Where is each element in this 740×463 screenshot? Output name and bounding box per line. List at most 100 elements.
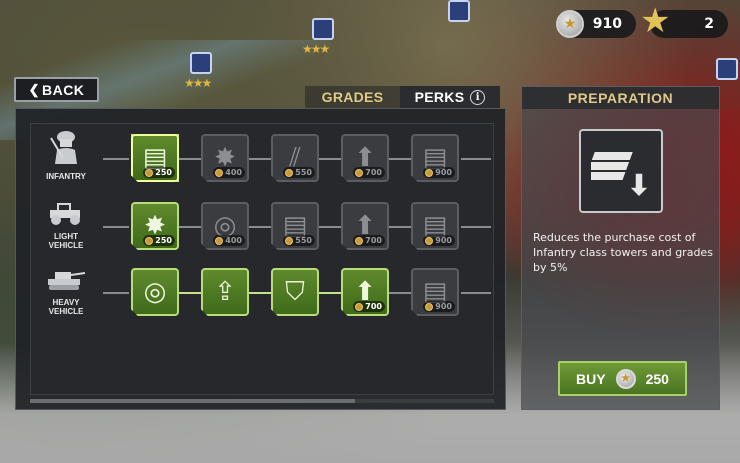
buy-price: 250	[645, 370, 669, 387]
map-flag[interactable]	[190, 52, 212, 74]
coin-icon	[145, 168, 154, 177]
row-infantry-label: INFANTRY	[46, 172, 86, 181]
connector	[319, 226, 341, 228]
perk-price: 900	[423, 301, 455, 312]
tab-perks-label: PERKS	[414, 89, 465, 105]
coin-icon	[425, 302, 434, 311]
perk-price: 700	[353, 167, 385, 178]
perk-heavy-4[interactable]: ⬆ 700	[341, 268, 389, 316]
perk-price: 550	[283, 167, 315, 178]
perk-price: 700	[353, 301, 385, 312]
perk-price: 900	[423, 235, 455, 246]
tank-icon	[48, 272, 86, 290]
connector	[249, 158, 271, 160]
coin-icon	[215, 236, 224, 245]
perk-price: 400	[213, 167, 245, 178]
chevron-left-icon: ❮	[28, 81, 40, 97]
perk-infantry-5[interactable]: ▤ 900	[411, 134, 459, 182]
connector	[179, 292, 201, 294]
perk-infantry-2[interactable]: ✸ 400	[201, 134, 249, 182]
star-icon: ★	[640, 1, 671, 41]
money-down-icon	[579, 129, 663, 213]
tab-grades-label: GRADES	[321, 89, 384, 105]
area-up-icon: ⇪	[214, 277, 236, 307]
connector	[389, 158, 411, 160]
perk-light-1[interactable]: ✸ 250	[131, 202, 179, 250]
perk-price-value: 250	[155, 236, 172, 245]
perk-light-2[interactable]: ◎ 400	[201, 202, 249, 250]
connector	[389, 292, 411, 294]
soldier-icon	[50, 131, 77, 164]
jeep-icon	[50, 203, 80, 225]
perks-panel: INFANTRY LIGHT VEHICLE HEAVY VEHICLE ▤ 2…	[15, 108, 506, 410]
map-flag[interactable]	[716, 58, 738, 80]
coin-icon	[215, 168, 224, 177]
horizontal-scrollbar[interactable]	[30, 399, 494, 403]
map-flag[interactable]	[448, 0, 470, 22]
map-stars: ★★★	[184, 76, 212, 90]
perk-price-value: 400	[225, 168, 242, 177]
perk-infantry-3[interactable]: ⫽ 550	[271, 134, 319, 182]
connector	[389, 226, 411, 228]
row-infantry: INFANTRY	[31, 128, 101, 184]
buy-button[interactable]: BUY ★ 250	[558, 361, 687, 396]
perk-price-value: 250	[155, 168, 172, 177]
connector	[249, 226, 271, 228]
perk-heavy-2[interactable]: ⇪	[201, 268, 249, 316]
connector	[249, 292, 271, 294]
tab-perks[interactable]: PERKS i	[400, 86, 500, 108]
star-counter: ★ 2	[640, 4, 728, 38]
connector	[461, 292, 491, 294]
perk-heavy-1[interactable]: ◎	[131, 268, 179, 316]
row-light-label-2: VEHICLE	[48, 241, 84, 250]
coin-icon	[355, 168, 364, 177]
perk-light-3[interactable]: ▤ 550	[271, 202, 319, 250]
perk-price-value: 900	[435, 302, 452, 311]
perk-price-value: 900	[435, 236, 452, 245]
preparation-title: PREPARATION	[522, 87, 719, 109]
perk-infantry-1[interactable]: ▤ 250	[131, 134, 179, 182]
connector	[179, 158, 201, 160]
coin-icon	[145, 236, 154, 245]
info-icon[interactable]: i	[470, 89, 486, 105]
perks-grid[interactable]: INFANTRY LIGHT VEHICLE HEAVY VEHICLE ▤ 2…	[30, 123, 494, 395]
scrollbar-thumb[interactable]	[30, 399, 355, 403]
coin-icon	[425, 168, 434, 177]
perk-heavy-3[interactable]: ⛉	[271, 268, 319, 316]
shield-icon: ⛉	[285, 277, 305, 307]
coin-icon	[285, 236, 294, 245]
perk-price-value: 550	[295, 236, 312, 245]
connector	[103, 226, 129, 228]
preparation-panel: PREPARATION Reduces the purchase cost of…	[521, 86, 720, 410]
star-value: 2	[704, 16, 714, 32]
perk-light-4[interactable]: ⬆ 700	[341, 202, 389, 250]
perk-price-value: 700	[365, 236, 382, 245]
perk-price: 550	[283, 235, 315, 246]
map-stars: ★★★	[302, 42, 330, 56]
coin-icon	[285, 168, 294, 177]
perk-price: 700	[353, 235, 385, 246]
coin-icon	[355, 236, 364, 245]
tab-bar: GRADES PERKS i	[305, 86, 500, 108]
back-button[interactable]: ❮ BACK	[14, 77, 99, 102]
perk-price-value: 400	[225, 236, 242, 245]
perk-price-value: 550	[295, 168, 312, 177]
perk-light-5[interactable]: ▤ 900	[411, 202, 459, 250]
coin-icon	[355, 302, 364, 311]
row-light-vehicle: LIGHT VEHICLE	[31, 198, 101, 254]
coin-counter: ★ 910	[556, 10, 636, 38]
perk-infantry-4[interactable]: ⬆ 700	[341, 134, 389, 182]
connector	[103, 292, 129, 294]
money-stack-icon	[591, 150, 651, 199]
tab-grades[interactable]: GRADES	[305, 86, 400, 108]
perk-price: 250	[143, 167, 175, 178]
row-heavy-label-2: VEHICLE	[48, 307, 84, 316]
map-flag[interactable]	[312, 18, 334, 40]
back-label: BACK	[41, 81, 85, 98]
shell-icon: ◎	[143, 277, 167, 307]
preparation-description: Reduces the purchase cost of Infantry cl…	[533, 231, 713, 274]
perk-price-value: 700	[365, 168, 382, 177]
connector	[103, 158, 129, 160]
perk-price-value: 900	[435, 168, 452, 177]
perk-heavy-5[interactable]: ▤ 900	[411, 268, 459, 316]
